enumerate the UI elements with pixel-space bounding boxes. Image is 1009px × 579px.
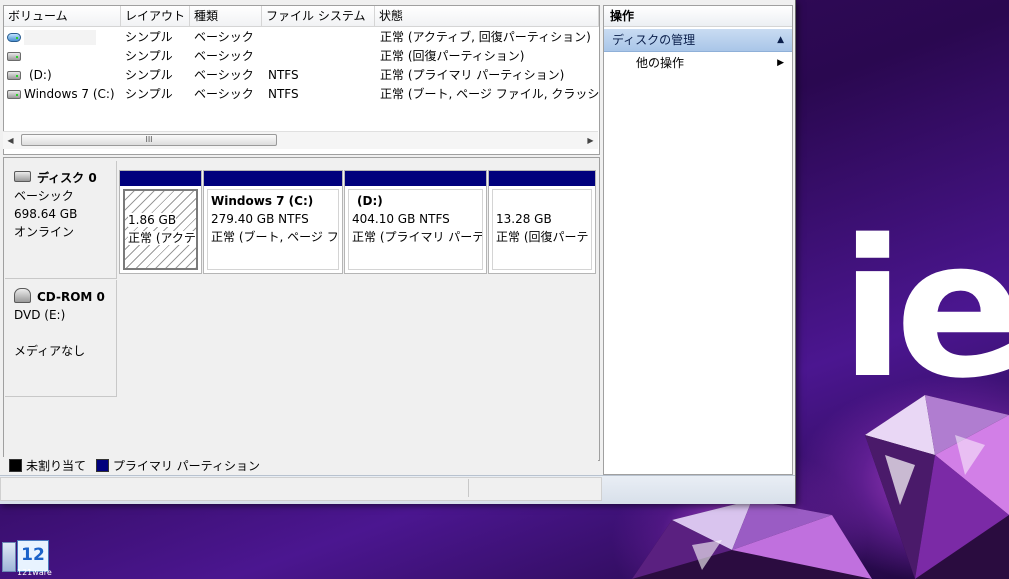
- partition-size: 279.40 GB NTFS: [211, 212, 309, 226]
- partition-body: 13.28 GB 正常 (回復パーテ: [492, 189, 592, 270]
- more-actions-item[interactable]: 他の操作 ▶: [604, 52, 792, 74]
- status-bar-separator: [468, 479, 469, 497]
- table-row[interactable]: Windows 7 (C:) シンプル ベーシック NTFS 正常 (ブート, …: [4, 85, 599, 104]
- more-actions-label: 他の操作: [636, 56, 685, 70]
- horizontal-scrollbar[interactable]: ◀ III ▶: [3, 131, 598, 149]
- cell-status: 正常 (ブート, ページ ファイル, クラッシ: [380, 87, 599, 101]
- action-pane: 操作 ディスクの管理 ▲ 他の操作 ▶: [603, 5, 793, 475]
- cell-fs: [268, 28, 373, 47]
- disk-size: [14, 324, 116, 342]
- disk-title: ディスク 0: [37, 171, 97, 185]
- column-header-layout[interactable]: レイアウト: [121, 6, 190, 27]
- cell-layout: シンプル: [125, 87, 173, 101]
- legend-unallocated: 未割り当て: [26, 459, 87, 473]
- column-header-volume[interactable]: ボリューム: [4, 6, 121, 27]
- disk-type: DVD (E:): [14, 308, 66, 322]
- primary-swatch: [95, 459, 109, 472]
- table-row[interactable]: シンプル ベーシック 正常 (アクティブ, 回復パーティション): [4, 28, 599, 47]
- column-header-status[interactable]: 状態: [375, 6, 599, 27]
- partition-status: 正常 (ブート, ページ フ: [211, 230, 339, 244]
- drive-icon: [7, 90, 21, 99]
- disk-state: メディアなし: [14, 344, 86, 358]
- action-section-disk-management[interactable]: ディスクの管理 ▲: [604, 29, 792, 52]
- partition-size: 1.86 GB: [128, 213, 177, 227]
- scroll-thumb[interactable]: III: [21, 134, 277, 146]
- drive-icon: [7, 33, 21, 42]
- partition-status: 正常 (アクティブ: [128, 231, 196, 245]
- cell-layout: シンプル: [125, 68, 173, 82]
- submenu-arrow-icon: ▶: [777, 58, 784, 68]
- disk-map: ディスク 0 ベーシック 698.64 GB オンライン 1.86 GB 正常 …: [3, 157, 600, 461]
- cell-layout: シンプル: [125, 49, 173, 63]
- cell-status: 正常 (回復パーティション): [380, 49, 525, 63]
- cdrom-icon: [14, 288, 31, 303]
- partition-recovery-active[interactable]: 1.86 GB 正常 (アクティブ: [119, 170, 202, 274]
- cell-type: ベーシック: [194, 49, 254, 63]
- legend: 未割り当て プライマリ パーティション: [3, 457, 598, 475]
- diamond-graphic-large: [865, 395, 1009, 579]
- disk-management-window: ボリューム レイアウト 種類 ファイル システム 状態 シンプル ベーシック 正…: [0, 0, 796, 504]
- cell-name: (D:): [29, 68, 52, 82]
- partition-header-bar: [120, 171, 201, 186]
- partition-size: 13.28 GB: [496, 212, 552, 226]
- shortcut-side-icon: [2, 542, 16, 572]
- cell-status: 正常 (アクティブ, 回復パーティション): [380, 30, 591, 44]
- cdrom-empty-area: [118, 280, 599, 396]
- partition-header-bar: [345, 171, 486, 186]
- drive-icon: [7, 52, 21, 61]
- partition-d[interactable]: (D:) 404.10 GB NTFS 正常 (プライマリ パーテ: [344, 170, 487, 274]
- disk-type: ベーシック: [14, 189, 74, 203]
- wallpaper-text: ie: [840, 199, 1009, 420]
- cell-type: ベーシック: [194, 68, 254, 82]
- column-header-filesystem[interactable]: ファイル システム: [262, 6, 375, 27]
- partition-title: [128, 193, 196, 211]
- cell-type: ベーシック: [194, 30, 254, 44]
- drive-icon: [7, 71, 21, 80]
- partition-header-bar: [489, 171, 595, 186]
- partition-body: 1.86 GB 正常 (アクティブ: [123, 189, 198, 270]
- action-pane-title: 操作: [604, 6, 792, 27]
- cell-name: Windows 7 (C:): [24, 87, 115, 101]
- diamond-graphic-small: [632, 500, 872, 579]
- cell-fs: NTFS: [268, 68, 299, 82]
- partition-status: 正常 (回復パーテ: [496, 230, 589, 244]
- unallocated-swatch: [9, 459, 22, 472]
- cell-status: 正常 (プライマリ パーティション): [380, 68, 565, 82]
- cell-name: [24, 47, 119, 66]
- partition-windows-c[interactable]: Windows 7 (C:) 279.40 GB NTFS 正常 (ブート, ペ…: [203, 170, 343, 274]
- legend-primary: プライマリ パーティション: [112, 459, 260, 473]
- table-row[interactable]: (D:) シンプル ベーシック NTFS 正常 (プライマリ パーティション): [4, 66, 599, 85]
- table-row[interactable]: シンプル ベーシック 正常 (回復パーティション): [4, 47, 599, 66]
- cell-name: [24, 28, 119, 47]
- partition-body: (D:) 404.10 GB NTFS 正常 (プライマリ パーテ: [348, 189, 483, 270]
- disk-size: 698.64 GB: [14, 207, 78, 221]
- cell-layout: シンプル: [125, 30, 173, 44]
- cdrom-0-label[interactable]: CD-ROM 0 DVD (E:) メディアなし: [5, 280, 117, 397]
- partition-recovery[interactable]: 13.28 GB 正常 (回復パーテ: [488, 170, 596, 274]
- cell-fs: [268, 47, 373, 66]
- partition-title: (D:): [357, 194, 383, 208]
- partition-size: 404.10 GB NTFS: [352, 212, 450, 226]
- partition-title: [496, 192, 591, 210]
- disk-title: CD-ROM 0: [37, 290, 105, 304]
- cell-fs: NTFS: [268, 87, 299, 101]
- status-bar: [0, 477, 602, 501]
- disk-0-label[interactable]: ディスク 0 ベーシック 698.64 GB オンライン: [5, 161, 117, 279]
- scroll-left-icon[interactable]: ◀: [3, 133, 18, 148]
- hard-disk-icon: [14, 171, 31, 182]
- app-launcher-121ware[interactable]: 12 121ware: [0, 538, 52, 579]
- partition-body: Windows 7 (C:) 279.40 GB NTFS 正常 (ブート, ペ…: [207, 189, 339, 270]
- partition-status: 正常 (プライマリ パーテ: [352, 230, 483, 244]
- app-label: 121ware: [17, 568, 52, 577]
- action-section-label: ディスクの管理: [612, 33, 696, 47]
- partition-header-bar: [204, 171, 342, 186]
- scroll-right-icon[interactable]: ▶: [583, 133, 598, 148]
- column-header-type[interactable]: 種類: [190, 6, 262, 27]
- disk-state: オンライン: [14, 225, 75, 239]
- cell-type: ベーシック: [194, 87, 254, 101]
- collapse-icon[interactable]: ▲: [777, 29, 784, 51]
- partition-title: Windows 7 (C:): [211, 194, 314, 208]
